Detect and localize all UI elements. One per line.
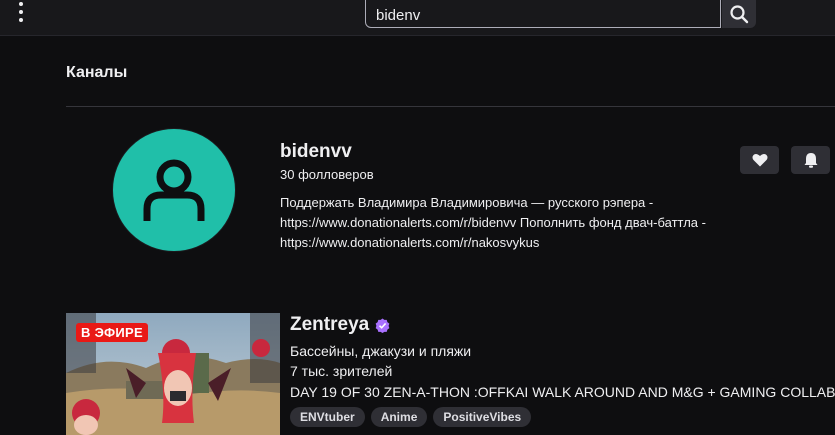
- menu-dot: [19, 2, 23, 6]
- tag-pill[interactable]: ENVtuber: [290, 407, 365, 427]
- tag-pill[interactable]: PositiveVibes: [433, 407, 532, 427]
- stream-channel-name-text: Zentreya: [290, 314, 370, 335]
- heart-icon: [752, 153, 767, 167]
- top-nav-bar: [0, 0, 835, 36]
- channel-description: Поддержать Владимира Владимировича — рус…: [280, 195, 706, 250]
- channel-avatar[interactable]: [112, 128, 236, 252]
- search-button[interactable]: [722, 0, 756, 28]
- bell-icon: [804, 153, 817, 168]
- stream-channel-name[interactable]: Zentreya: [290, 314, 390, 336]
- stream-viewers: 7 тыс. зрителей: [290, 363, 393, 379]
- channel-name[interactable]: bidenvv: [280, 141, 352, 163]
- more-menu-icon[interactable]: [16, 2, 26, 22]
- live-badge: В ЭФИРЕ: [76, 323, 148, 342]
- menu-dot: [19, 10, 23, 14]
- user-silhouette-icon: [143, 159, 205, 221]
- section-title-channels: Каналы: [66, 64, 128, 81]
- search-bar: [365, 0, 756, 28]
- stream-tags: ENVtuber Anime PositiveVibes: [290, 407, 532, 427]
- stream-category-link[interactable]: Бассейны, джакузи и пляжи: [290, 343, 471, 359]
- notifications-button[interactable]: [791, 146, 830, 174]
- search-icon: [730, 5, 749, 24]
- menu-dot: [19, 18, 23, 22]
- section-divider: [66, 106, 835, 107]
- stream-thumbnail[interactable]: В ЭФИРЕ: [66, 313, 280, 435]
- tag-pill[interactable]: Anime: [370, 407, 428, 427]
- stream-title[interactable]: DAY 19 OF 30 ZEN-A-THON :OFFKAI WALK ARO…: [290, 384, 835, 400]
- follow-button[interactable]: [740, 146, 779, 174]
- verified-badge-icon: [375, 317, 390, 333]
- search-input[interactable]: [365, 0, 721, 28]
- channel-followers: 30 фолловеров: [280, 167, 374, 182]
